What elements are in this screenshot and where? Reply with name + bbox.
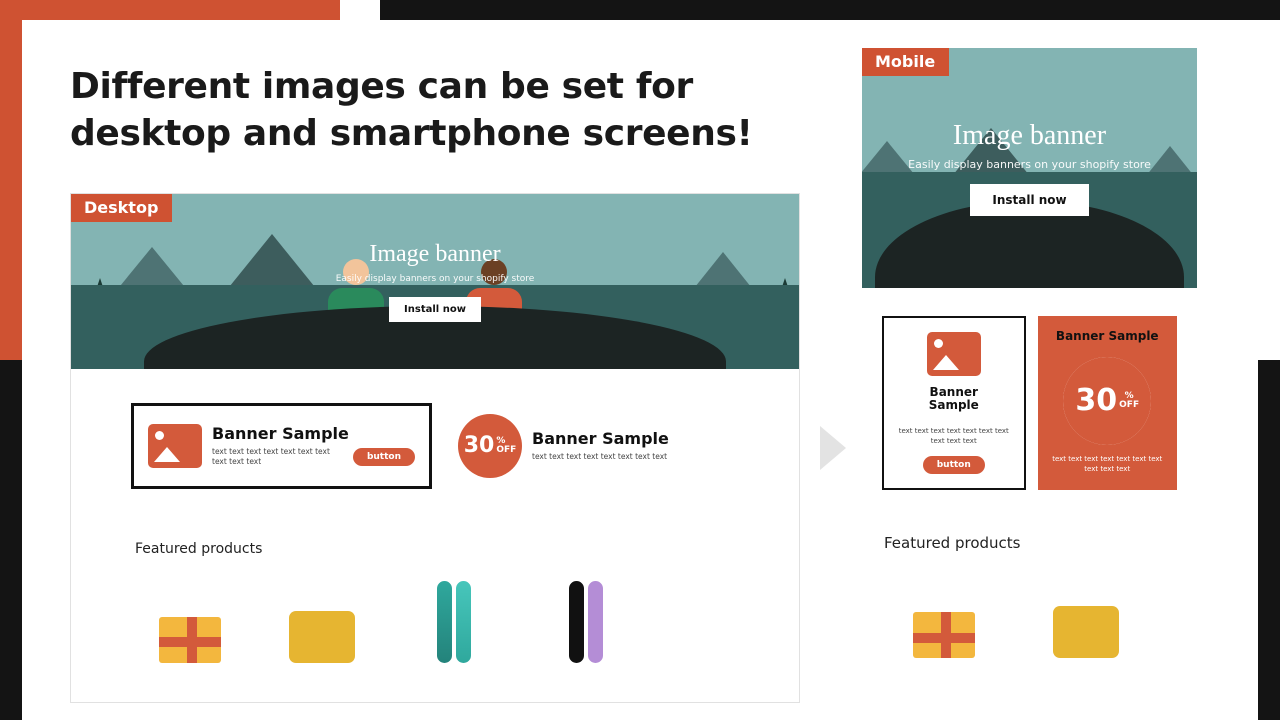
banner-sample-a[interactable]: Banner Sample text text text text text t… <box>131 403 432 489</box>
frame-strip-top <box>380 0 1280 20</box>
banner-row-mobile: BannerSample text text text text text te… <box>862 288 1197 490</box>
discount-badge-mobile: 30 % OFF <box>1063 357 1151 445</box>
image-placeholder-icon <box>148 424 202 468</box>
discount-badge: 30 % OFF <box>458 414 522 478</box>
install-now-button[interactable]: Install now <box>389 297 481 322</box>
featured-products-heading-mobile: Featured products <box>884 534 1175 552</box>
product-gift-mobile[interactable] <box>884 578 1004 658</box>
banner-sample-b[interactable]: 30 % OFF Banner Sample text text text te… <box>444 403 739 489</box>
content-sheet: Different images can be set for desktop … <box>22 20 1258 720</box>
page-headline: Different images can be set for desktop … <box>70 64 790 158</box>
hero-title-mobile: Image banner <box>908 120 1151 152</box>
hero-subtitle: Easily display banners on your shopify s… <box>336 274 535 284</box>
banner-sample-b-mobile[interactable]: Banner Sample 30 % OFF text text text te… <box>1038 316 1178 490</box>
product-row <box>135 583 735 663</box>
install-now-button-mobile[interactable]: Install now <box>970 184 1088 216</box>
featured-products-heading: Featured products <box>135 541 735 557</box>
banner-b-title: Banner Sample <box>532 429 725 448</box>
hero-banner-desktop: Image banner Easily display banners on y… <box>71 194 799 369</box>
banner-a-button-mobile[interactable]: button <box>923 456 985 474</box>
desktop-preview: Desktop Image banner Easily display bann… <box>70 193 800 703</box>
product-row-mobile <box>884 578 1175 658</box>
mobile-tag: Mobile <box>862 48 949 76</box>
product-soap[interactable] <box>267 583 377 663</box>
banner-b-body: text text text text text text text text <box>532 452 725 462</box>
product-gift[interactable] <box>135 583 245 663</box>
desktop-tag: Desktop <box>70 193 172 222</box>
banner-a-button[interactable]: button <box>353 448 415 466</box>
hero-title: Image banner <box>336 241 535 268</box>
banner-row-desktop: Banner Sample text text text text text t… <box>71 369 799 489</box>
mobile-preview: Mobile Image banner Easily display banne… <box>862 48 1197 688</box>
banner-b-title-mobile: Banner Sample <box>1056 330 1159 344</box>
banner-a-body: text text text text text text text text … <box>212 447 343 467</box>
banner-sample-a-mobile[interactable]: BannerSample text text text text text te… <box>882 316 1026 490</box>
hero-banner-mobile: Image banner Easily display banners on y… <box>862 48 1197 288</box>
product-snowboards-teal[interactable] <box>399 583 509 663</box>
product-snowboards-dark[interactable] <box>531 583 641 663</box>
banner-a-title: Banner Sample <box>212 424 415 443</box>
image-placeholder-icon <box>927 332 981 376</box>
banner-a-title-mobile: BannerSample <box>929 386 979 414</box>
banner-a-body-mobile: text text text text text text text text … <box>892 427 1016 446</box>
product-soap-mobile[interactable] <box>1026 578 1146 658</box>
banner-b-body-mobile: text text text text text text text text … <box>1046 455 1170 474</box>
hero-subtitle-mobile: Easily display banners on your shopify s… <box>908 158 1151 171</box>
chevron-right-icon <box>820 426 846 470</box>
